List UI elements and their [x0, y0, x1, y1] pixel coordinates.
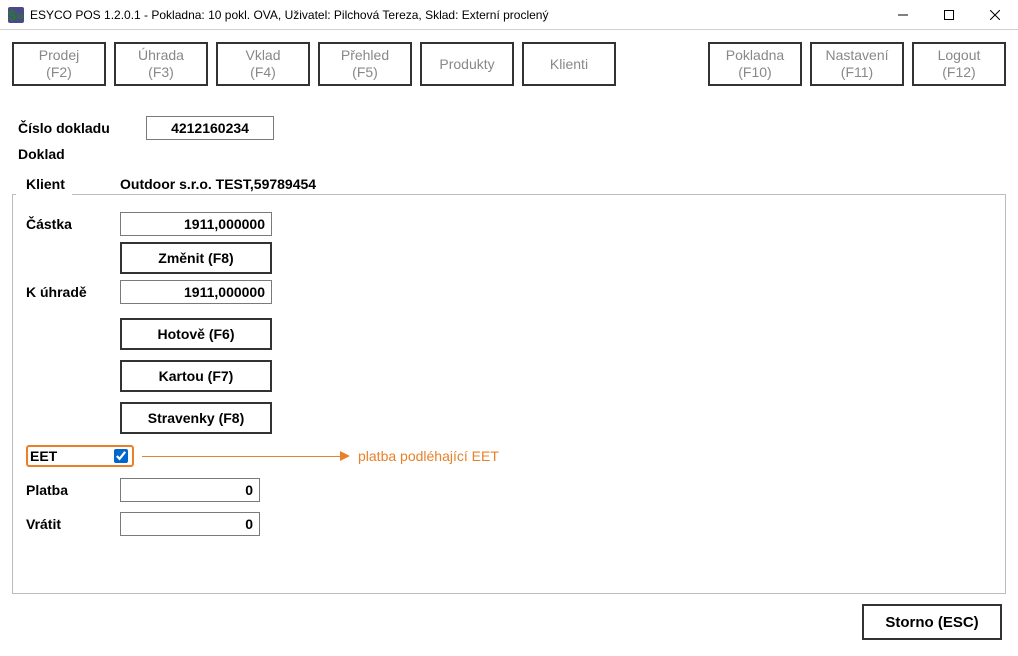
prehled-button[interactable]: Přehled (F5): [318, 42, 412, 86]
group-border: [72, 194, 1006, 195]
prodej-button[interactable]: Prodej (F2): [12, 42, 106, 86]
btn-shortcut: (F3): [148, 64, 174, 81]
label-cislo-dokladu: Číslo dokladu: [18, 120, 146, 136]
btn-label: Vklad: [245, 47, 280, 64]
annotation-text: platba podléhající EET: [358, 448, 499, 464]
label-platba: Platba: [26, 482, 120, 498]
label-klient: Klient: [26, 176, 120, 192]
titlebar: $» ESYCO POS 1.2.0.1 - Pokladna: 10 pokl…: [0, 0, 1018, 30]
maximize-button[interactable]: [926, 0, 972, 29]
btn-shortcut: (F5): [352, 64, 378, 81]
platba-input[interactable]: [120, 478, 260, 502]
btn-label: Nastavení: [825, 47, 888, 64]
hotove-button[interactable]: Hotově (F6): [120, 318, 272, 350]
btn-label: Logout: [938, 47, 981, 64]
storno-button[interactable]: Storno (ESC): [862, 604, 1002, 640]
logout-button[interactable]: Logout (F12): [912, 42, 1006, 86]
klient-value: Outdoor s.r.o. TEST,59789454: [120, 176, 316, 192]
btn-shortcut: (F4): [250, 64, 276, 81]
btn-shortcut: (F10): [738, 64, 771, 81]
close-button[interactable]: [972, 0, 1018, 29]
produkty-button[interactable]: Produkty: [420, 42, 514, 86]
btn-shortcut: (F12): [942, 64, 975, 81]
btn-shortcut: (F2): [46, 64, 72, 81]
pokladna-button[interactable]: Pokladna (F10): [708, 42, 802, 86]
window-title: ESYCO POS 1.2.0.1 - Pokladna: 10 pokl. O…: [30, 8, 880, 22]
btn-label: Úhrada: [138, 47, 184, 64]
label-vratit: Vrátit: [26, 516, 120, 532]
label-castka: Částka: [26, 216, 120, 232]
btn-label: Přehled: [341, 47, 389, 64]
btn-shortcut: (F11): [841, 64, 873, 81]
label-doklad: Doklad: [18, 146, 1006, 162]
zmenit-button[interactable]: Změnit (F8): [120, 242, 272, 274]
cislo-dokladu-input[interactable]: [146, 116, 274, 140]
vklad-button[interactable]: Vklad (F4): [216, 42, 310, 86]
group-border: [12, 593, 1006, 594]
btn-label: Pokladna: [726, 47, 784, 64]
window-controls: [880, 0, 1018, 29]
label-eet: EET: [28, 448, 114, 464]
nastaveni-button[interactable]: Nastavení (F11): [810, 42, 904, 86]
btn-label: Produkty: [439, 56, 494, 73]
toolbar: Prodej (F2) Úhrada (F3) Vklad (F4) Přehl…: [12, 42, 1006, 86]
label-kuhrade: K úhradě: [26, 284, 120, 300]
eet-checkbox[interactable]: [114, 449, 128, 463]
kuhrade-input[interactable]: [120, 280, 272, 304]
btn-label: Klienti: [550, 56, 588, 73]
group-border: [12, 194, 13, 594]
minimize-button[interactable]: [880, 0, 926, 29]
uhrada-button[interactable]: Úhrada (F3): [114, 42, 208, 86]
annotation-arrow: platba podléhající EET: [142, 448, 499, 464]
btn-label: Prodej: [39, 47, 79, 64]
castka-input[interactable]: [120, 212, 272, 236]
stravenky-button[interactable]: Stravenky (F8): [120, 402, 272, 434]
group-border: [1005, 194, 1006, 594]
app-icon: $»: [8, 7, 24, 23]
eet-highlight: EET: [26, 445, 134, 467]
klienti-button[interactable]: Klienti: [522, 42, 616, 86]
kartou-button[interactable]: Kartou (F7): [120, 360, 272, 392]
vratit-input[interactable]: [120, 512, 260, 536]
